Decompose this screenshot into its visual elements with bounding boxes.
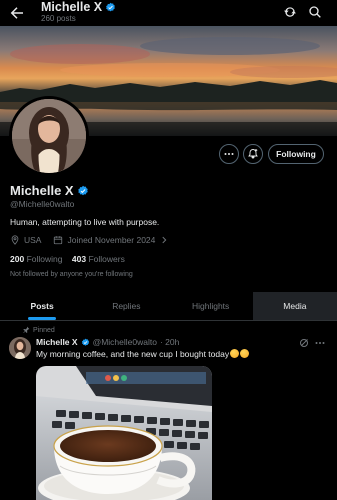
notifications-button[interactable] <box>243 144 263 164</box>
followers-count: 403 <box>71 254 87 264</box>
post-time[interactable]: · 20h <box>160 337 179 347</box>
post-header: Michelle X @Michelle0walto · 20h <box>36 337 179 347</box>
verified-badge-icon <box>81 338 89 346</box>
smiling-face-emoji-icon <box>230 349 240 358</box>
post-text: My morning coffee, and the new cup I bou… <box>36 349 250 359</box>
header-name: Michelle X <box>41 0 103 14</box>
pin-icon <box>23 326 30 333</box>
profile-location: USA <box>24 235 42 245</box>
profile-avatar[interactable] <box>9 96 89 176</box>
post-author-handle[interactable]: @Michelle0walto <box>93 337 157 347</box>
search-icon[interactable] <box>307 4 323 20</box>
profile-meta: USA Joined November 2024 <box>10 235 169 245</box>
posts-count: 260 posts <box>41 14 76 23</box>
profile-handle: @Michelle0walto <box>10 199 75 209</box>
followers-label: Followers <box>88 254 125 264</box>
verified-badge-icon <box>106 2 115 11</box>
top-bar: Michelle X 260 posts <box>0 0 337 26</box>
profile-tabs: Posts Replies Highlights Media <box>0 292 337 321</box>
post-author-name[interactable]: Michelle X <box>36 337 78 347</box>
pinned-label: Pinned <box>33 326 55 334</box>
profile-bio: Human, attempting to live with purpose. <box>10 217 160 227</box>
following-button[interactable]: Following <box>268 144 324 164</box>
post-author-avatar[interactable] <box>9 337 31 359</box>
smiling-face-emoji-icon <box>240 349 250 358</box>
post-image[interactable] <box>36 366 212 500</box>
followers-link[interactable]: 403 Followers <box>72 254 125 264</box>
chevron-right-icon[interactable] <box>159 235 169 245</box>
following-label: Following <box>26 254 63 264</box>
location-icon <box>11 235 19 245</box>
following-count: 200 <box>10 254 25 264</box>
grok-icon[interactable] <box>298 337 310 349</box>
tab-highlights[interactable]: Highlights <box>169 292 253 320</box>
more-options-button[interactable] <box>219 144 239 164</box>
following-link[interactable]: 200 Following <box>10 254 62 264</box>
tab-replies[interactable]: Replies <box>84 292 168 320</box>
more-icon[interactable] <box>314 337 326 349</box>
notification-add-icon <box>248 149 258 159</box>
post-text-content: My morning coffee, and the new cup I bou… <box>36 349 230 359</box>
not-followed-text: Not followed by anyone you're following <box>10 271 133 278</box>
tab-posts[interactable]: Posts <box>0 292 84 320</box>
more-icon <box>224 153 234 155</box>
header-title: Michelle X <box>41 0 116 14</box>
profile-stats: 200 Following 403 Followers <box>10 254 125 264</box>
profile-name: Michelle X <box>10 183 89 198</box>
verified-badge-icon <box>77 185 88 195</box>
refresh-icon[interactable] <box>282 4 298 20</box>
calendar-icon <box>54 236 63 245</box>
tab-media[interactable]: Media <box>252 292 337 320</box>
pinned-indicator: Pinned <box>22 326 55 334</box>
back-arrow-icon[interactable] <box>8 4 26 22</box>
profile-joined: Joined November 2024 <box>67 235 156 245</box>
profile-name-text: Michelle X <box>10 183 74 198</box>
